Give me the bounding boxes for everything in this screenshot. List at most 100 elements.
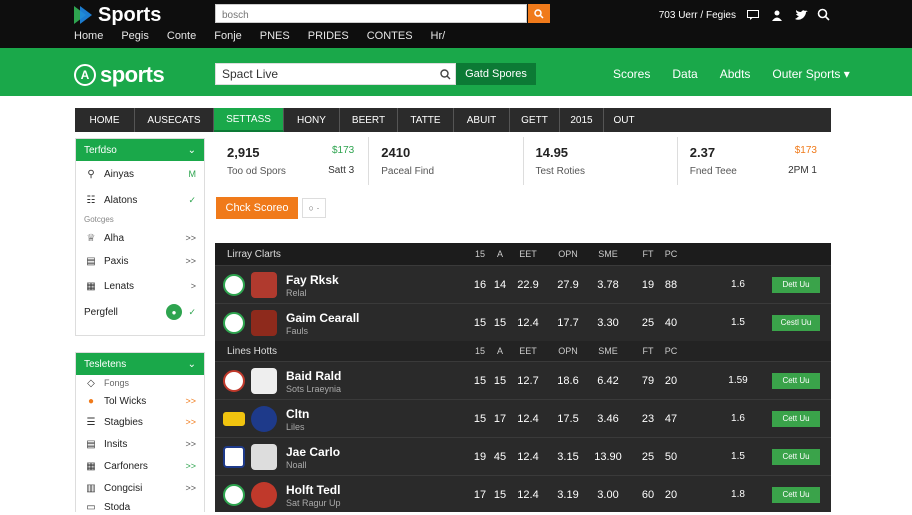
row-action-button[interactable]: Cestl Uu <box>772 314 820 331</box>
sidebar-item-pergfell[interactable]: Pergfell ● ✓ <box>76 299 204 325</box>
top-search-button[interactable] <box>528 4 550 23</box>
tab-out[interactable]: OUT <box>604 108 644 132</box>
stat-cell: 15 <box>493 374 507 387</box>
team-name: Baid Rald <box>286 369 342 383</box>
check-scores-button[interactable]: Chck Scoreo <box>216 197 298 219</box>
tab-2015[interactable]: 2015 <box>560 108 604 132</box>
user-text[interactable]: 703 Uerr / Fegies <box>659 10 736 21</box>
sidebar-subheading: Gotcges <box>84 215 114 224</box>
search-icon[interactable] <box>435 68 455 80</box>
message-icon[interactable] <box>746 8 760 22</box>
check-toggle[interactable]: ○ · <box>302 198 326 218</box>
top-nav-item[interactable]: PNES <box>260 30 290 42</box>
sidebar-item-badge: M <box>188 169 197 179</box>
tab-abuit[interactable]: ABUIT <box>454 108 510 132</box>
twitter-icon[interactable] <box>794 8 808 22</box>
stat-card: 2.37 Fned Teee $173 2PM 1 <box>678 137 831 185</box>
stat-card: 2,915 Too od Spors $173 Satt 3 <box>215 137 370 185</box>
tab-settass[interactable]: SETTASS <box>214 108 284 132</box>
logo-mark-icon <box>74 6 94 24</box>
column-header: A <box>496 249 503 259</box>
sidebar-item-ainyas[interactable]: ⚲ Ainyas M <box>76 161 204 187</box>
column-header: EET <box>519 249 537 259</box>
header-link-scores[interactable]: Scores <box>613 67 650 81</box>
tab-ausecats[interactable]: AUSECATS <box>135 108 214 132</box>
top-nav-item[interactable]: PRIDES <box>308 30 349 42</box>
table-row[interactable]: Fay Rksk Relal 16 14 22.9 27.9 3.78 19 8… <box>215 265 831 303</box>
table-row[interactable]: Cltn Liles 15 17 12.4 17.5 3.46 23 47 1.… <box>215 399 831 437</box>
top-nav-item[interactable]: Conte <box>167 30 196 42</box>
stat-side-sub: Satt 3 <box>328 165 355 176</box>
top-nav-item[interactable]: Pegis <box>121 30 149 42</box>
column-header: PC <box>664 346 678 356</box>
row-action-button[interactable]: Cett Uu <box>772 372 820 389</box>
top-nav-item[interactable]: Hr/ <box>431 30 446 42</box>
tab-gett[interactable]: GETT <box>510 108 560 132</box>
sidebar-item-stoda[interactable]: ▭ Stoda <box>76 499 204 515</box>
stat-cell: 27.9 <box>557 278 579 291</box>
header-search-button[interactable] <box>817 8 830 26</box>
sidebar-panel-2-header[interactable]: Tesletens ⌄ <box>76 353 204 375</box>
header-link-about[interactable]: Abdts <box>720 67 751 81</box>
row-action-button[interactable]: Cett Uu <box>772 486 820 503</box>
sidebar-item-tol-wicks[interactable]: ● Tol Wicks >> <box>76 391 204 411</box>
top-nav-item[interactable]: CONTES <box>367 30 413 42</box>
tab-hony[interactable]: HONY <box>284 108 340 132</box>
team-sub: Sat Ragur Up <box>286 498 341 508</box>
row-action-button[interactable]: Cett Uu <box>772 410 820 427</box>
check-icon: ✓ <box>188 306 196 317</box>
sidebar-item-lenats[interactable]: ▦ Lenats > <box>76 273 204 299</box>
sidebar-item-label: Tol Wicks <box>104 395 147 407</box>
row-action-button[interactable]: Dett Uu <box>772 276 820 293</box>
sidebar-item-congcisi[interactable]: ▥ Congcisi >> <box>76 477 204 499</box>
sidebar-item-insits[interactable]: ▤ Insits >> <box>76 433 204 455</box>
team-logo-icon <box>251 481 277 508</box>
stat-cell: 47 <box>664 412 678 425</box>
table-header-title: Lines Hotts <box>227 345 278 357</box>
main-search-input[interactable] <box>216 64 435 84</box>
table-row[interactable]: Gaim Cearall Fauls 15 15 12.4 17.7 3.30 … <box>215 303 831 341</box>
top-nav-item[interactable]: Fonje <box>214 30 242 42</box>
sidebar-item-carfoners[interactable]: ▦ Carfoners >> <box>76 455 204 477</box>
brand-logo-text: Sports <box>98 3 162 26</box>
stat-value: 14.95 <box>535 145 569 160</box>
stat-cell: 17.7 <box>557 316 579 329</box>
sidebar-item-stagbies[interactable]: ☰ Stagbies >> <box>76 411 204 433</box>
header-link-other-sports[interactable]: Outer Sports ▾ <box>772 67 849 81</box>
globe-icon: ● <box>87 395 95 407</box>
top-nav-item[interactable]: Home <box>74 30 103 42</box>
column-header: SME <box>598 249 618 259</box>
sidebar-item-paxis[interactable]: ▤ Paxis >> <box>76 249 204 273</box>
tab-home[interactable]: HOME <box>75 108 135 132</box>
tab-tatte[interactable]: TATTE <box>398 108 454 132</box>
stat-cell: 13.90 <box>594 450 622 463</box>
sidebar-item-fongs[interactable]: ◇ Fongs <box>76 375 204 391</box>
top-search-input[interactable] <box>216 7 526 24</box>
row-action-button[interactable]: Cett Uu <box>772 448 820 465</box>
team-logo-icon <box>251 309 277 336</box>
check-icon: ✓ <box>188 194 196 205</box>
stat-cell: 3.46 <box>597 412 619 425</box>
user-icon[interactable] <box>770 8 784 22</box>
stat-label: Paceal Find <box>381 166 435 177</box>
sidebar-panel-1-header[interactable]: Terfdso ⌄ <box>76 139 204 161</box>
table-row[interactable]: Jae Carlo Noall 19 45 12.4 3.15 13.90 25… <box>215 437 831 475</box>
sidebar-item-label: Carfoners <box>104 460 148 472</box>
table-row[interactable]: Baid Rald Sots Lraeynia 15 15 12.7 18.6 … <box>215 361 831 399</box>
sidebar-item-label: Pergfell <box>84 306 118 318</box>
sidebar-item-alha[interactable]: ♕ Alha >> <box>76 227 204 249</box>
sidebar-item-alatons[interactable]: ☷ Alatons ✓ <box>76 187 204 213</box>
get-scores-button[interactable]: Gatd Spores <box>456 63 536 85</box>
stat-cell: 3.19 <box>557 488 579 501</box>
stat-side: $173 <box>332 145 355 156</box>
table-row[interactable]: Holft Tedl Sat Ragur Up 17 15 12.4 3.19 … <box>215 475 831 513</box>
chevron-right-icon: >> <box>185 233 196 243</box>
table-header: Lines Hotts 15 A EET OPN SME FT PC <box>215 341 831 361</box>
team-name: Holft Tedl <box>286 483 341 497</box>
tab-beert[interactable]: BEERT <box>340 108 398 132</box>
top-right-actions: 703 Uerr / Fegies <box>659 8 808 22</box>
stat-cell: 15 <box>493 488 507 501</box>
sports-logo[interactable]: A sports <box>74 62 165 88</box>
brand-logo[interactable]: Sports <box>74 4 161 26</box>
header-link-data[interactable]: Data <box>672 67 697 81</box>
